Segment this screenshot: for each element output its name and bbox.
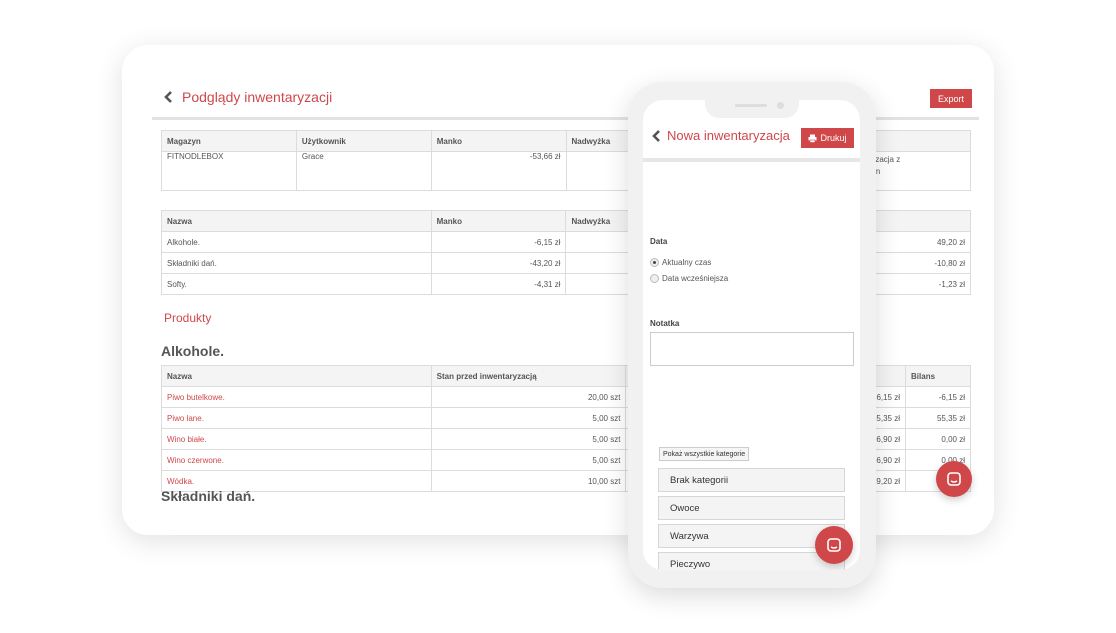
cell: 5,00 szt (430, 449, 627, 471)
stage: Podglądy inwentaryzacji Export Magazyn U… (0, 0, 1116, 633)
group-title-alkohole: Alkohole. (161, 343, 225, 359)
cell: -4,31 zł (430, 273, 567, 295)
note-label: Notatka (650, 319, 680, 328)
cell: 10,00 szt (430, 470, 627, 492)
phone-notch (705, 100, 799, 118)
cell: FITNODLEBOX (161, 151, 297, 191)
category-button[interactable]: Owoce (658, 496, 845, 520)
product-link[interactable]: Piwo butelkowe. (161, 386, 432, 408)
cell: 0,00 zł (905, 428, 971, 450)
col-bilans: Bilans (905, 365, 971, 387)
col-manko: Manko (430, 210, 567, 232)
col-uzytkownik: Użytkownik (295, 130, 432, 152)
cell: Alkohole. (161, 231, 432, 253)
col-nazwa: Nazwa (161, 365, 432, 387)
product-link[interactable]: Wino białe. (161, 428, 432, 450)
chat-button[interactable] (815, 526, 853, 564)
mobile-screen: Nowa inwentaryzacja Drukuj Data Aktualny… (643, 100, 860, 570)
product-link[interactable]: Wino czerwone. (161, 449, 432, 471)
radio-unchecked-icon (650, 274, 659, 283)
chevron-left-icon[interactable] (162, 90, 176, 104)
chevron-left-icon[interactable] (651, 129, 663, 143)
speaker (735, 104, 767, 107)
show-all-categories-button[interactable]: Pokaż wszystkie kategorie (659, 447, 750, 461)
col-stan: Stan przed inwentaryzacją (430, 365, 627, 387)
phone-mockup: Nowa inwentaryzacja Drukuj Data Aktualny… (628, 82, 876, 588)
cell: 5,00 szt (430, 428, 627, 450)
note-textarea[interactable] (650, 332, 854, 366)
cell: -53,66 zł (430, 151, 567, 191)
cell: -6,15 zł (430, 231, 567, 253)
cell: Softy. (161, 273, 432, 295)
cell: 55,35 zł (905, 407, 971, 429)
printer-icon (808, 134, 817, 143)
radio-checked-icon (650, 258, 659, 267)
radio-label: Data wcześniejsza (662, 274, 729, 283)
chat-button[interactable] (936, 461, 972, 497)
export-button[interactable]: Export (930, 89, 972, 108)
page-title: Podglądy inwentaryzacji (182, 89, 333, 105)
category-button[interactable]: Brak kategorii (658, 468, 845, 492)
mobile-header: Nowa inwentaryzacja (651, 128, 790, 143)
mobile-title: Nowa inwentaryzacja (667, 128, 790, 143)
col-nazwa: Nazwa (161, 210, 432, 232)
mobile-header-divider (643, 158, 860, 162)
product-link[interactable]: Piwo lane. (161, 407, 432, 429)
cell: Grace (295, 151, 432, 191)
col-magazyn: Magazyn (161, 130, 297, 152)
radio-current-time[interactable]: Aktualny czas (650, 258, 711, 267)
col-manko: Manko (430, 130, 567, 152)
camera (777, 102, 784, 109)
print-button[interactable]: Drukuj (801, 128, 854, 148)
cell: -43,20 zł (430, 252, 567, 274)
date-label: Data (650, 237, 668, 246)
cell: -6,15 zł (905, 386, 971, 408)
cell: 20,00 szt (430, 386, 627, 408)
radio-earlier-date[interactable]: Data wcześniejsza (650, 274, 728, 283)
chat-icon (827, 538, 841, 552)
radio-label: Aktualny czas (662, 258, 712, 267)
products-heading: Produkty (164, 311, 212, 325)
cell: 5,00 szt (430, 407, 627, 429)
group-title-skladniki: Składniki dań. (161, 488, 256, 504)
print-label: Drukuj (820, 133, 847, 143)
page-header: Podglądy inwentaryzacji (162, 89, 332, 105)
cell: Składniki dań. (161, 252, 432, 274)
chat-icon (947, 472, 961, 486)
